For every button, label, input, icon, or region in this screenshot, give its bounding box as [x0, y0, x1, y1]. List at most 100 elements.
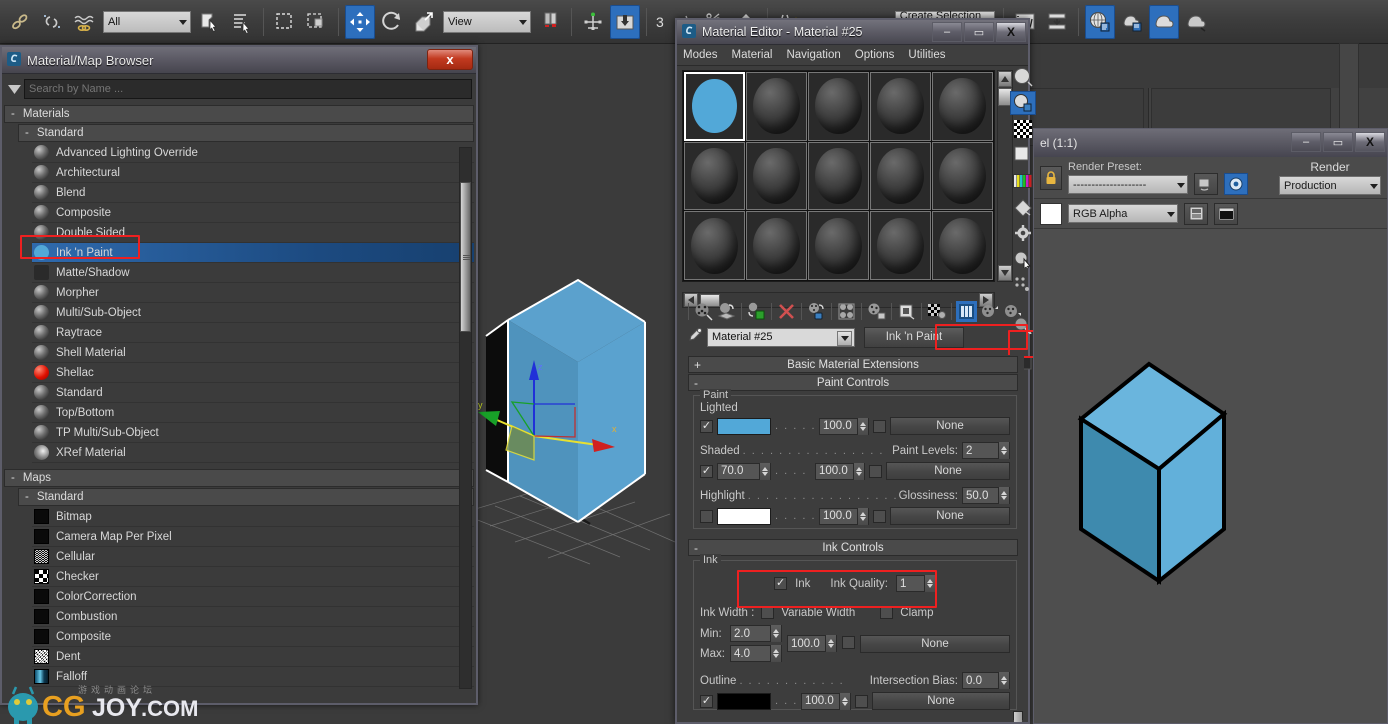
- material-editor-titlebar[interactable]: Material Editor - Material #25 – ▭ X: [677, 20, 1028, 45]
- select-object-icon[interactable]: [195, 5, 225, 39]
- put-material-to-scene-icon[interactable]: [716, 301, 737, 322]
- outline-color-swatch[interactable]: [717, 692, 771, 710]
- close-button[interactable]: x: [427, 49, 473, 70]
- outline-map-button[interactable]: None: [872, 692, 1010, 710]
- sample-slot-12[interactable]: [746, 211, 807, 280]
- list-item[interactable]: XRef Material: [32, 443, 474, 463]
- select-and-link-icon[interactable]: [5, 5, 35, 39]
- outline-amount-spinner[interactable]: 100.0: [801, 692, 851, 710]
- sample-slot-13[interactable]: [808, 211, 869, 280]
- schematic-view-icon[interactable]: [1042, 5, 1072, 39]
- sample-slot-2[interactable]: [746, 72, 807, 141]
- shaded-value-spinner[interactable]: 70.0: [717, 462, 771, 480]
- sample-type-sphere-icon[interactable]: [1010, 65, 1036, 89]
- lighted-checkbox[interactable]: ✓: [700, 419, 713, 433]
- filter-dropdown-icon[interactable]: [4, 78, 24, 100]
- material-name-input[interactable]: Material #25: [707, 327, 855, 347]
- make-material-copy-icon[interactable]: [806, 301, 827, 322]
- collapse-toggle-icon[interactable]: -: [11, 108, 15, 120]
- spinner-arrows-icon[interactable]: [857, 507, 868, 525]
- ink-width-map-checkbox[interactable]: [842, 636, 855, 649]
- list-item[interactable]: Camera Map Per Pixel: [32, 527, 474, 547]
- sample-slot-7[interactable]: [746, 141, 807, 211]
- spinner-arrows-icon[interactable]: [825, 635, 836, 652]
- spinner-arrows-icon[interactable]: [853, 462, 864, 480]
- outline-map-checkbox[interactable]: [855, 694, 868, 708]
- list-item[interactable]: Blend: [32, 183, 474, 203]
- reset-map-icon[interactable]: [776, 301, 797, 322]
- spinner-arrows-icon[interactable]: [998, 487, 1009, 504]
- chevron-down-icon[interactable]: [837, 330, 852, 346]
- list-item[interactable]: Dent: [32, 647, 474, 667]
- spinner-arrows-icon[interactable]: [759, 462, 770, 480]
- material-effects-channel-icon[interactable]: [896, 301, 917, 322]
- rollout-ink-controls[interactable]: - Ink Controls: [688, 539, 1018, 556]
- spinner-arrows-icon[interactable]: [998, 672, 1009, 689]
- highlight-map-checkbox[interactable]: [873, 509, 886, 523]
- spinner-arrows-icon[interactable]: [857, 417, 868, 435]
- spinner-arrows-icon[interactable]: [770, 625, 781, 642]
- collapse-toggle-icon[interactable]: -: [11, 472, 15, 484]
- select-by-name-icon[interactable]: [227, 5, 257, 39]
- min-spinner[interactable]: 2.0: [730, 625, 782, 642]
- scrollbar-thumb[interactable]: [1014, 712, 1022, 722]
- ink-checkbox[interactable]: ✓: [774, 577, 788, 590]
- clamp-checkbox[interactable]: [880, 606, 894, 619]
- menu-utilities[interactable]: Utilities: [908, 49, 945, 61]
- list-item[interactable]: Architectural: [32, 163, 474, 183]
- sample-slot-11[interactable]: [684, 211, 745, 280]
- shaded-map-checkbox[interactable]: [869, 464, 882, 478]
- material-editor-icon[interactable]: [1084, 4, 1115, 39]
- collapse-toggle-icon[interactable]: -: [694, 541, 698, 555]
- parameters-scrollbar[interactable]: [1013, 711, 1023, 722]
- rendered-frame-titlebar[interactable]: el (1:1) – ▭ X: [1034, 129, 1387, 157]
- collapse-toggle-icon[interactable]: -: [694, 376, 698, 390]
- group-header-maps-standard[interactable]: - Standard: [18, 488, 474, 506]
- sample-slot-1[interactable]: [684, 72, 745, 141]
- snaps-toggle-icon[interactable]: [610, 4, 640, 39]
- outline-checkbox[interactable]: ✓: [700, 694, 713, 708]
- spinner-arrows-icon[interactable]: [923, 575, 935, 592]
- max-spinner[interactable]: 4.0: [730, 645, 782, 662]
- expand-toggle-icon[interactable]: +: [694, 358, 701, 372]
- browser-scrollbar[interactable]: [459, 147, 472, 689]
- variable-width-checkbox[interactable]: [761, 606, 775, 619]
- maximize-button[interactable]: ▭: [1323, 132, 1353, 152]
- collapse-toggle-icon[interactable]: -: [25, 491, 29, 503]
- paint-levels-spinner[interactable]: 2: [962, 442, 1010, 459]
- list-item[interactable]: Combustion: [32, 607, 474, 627]
- list-item[interactable]: Composite: [32, 627, 474, 647]
- sample-slot-4[interactable]: [870, 72, 931, 141]
- bind-to-space-warp-icon[interactable]: [69, 5, 99, 39]
- list-item[interactable]: Bitmap: [32, 507, 474, 527]
- render-target-combo[interactable]: Production: [1279, 176, 1381, 195]
- channel-combo[interactable]: RGB Alpha: [1068, 204, 1178, 223]
- assign-material-to-selection-icon[interactable]: [746, 301, 767, 322]
- rectangular-selection-region-icon[interactable]: [270, 5, 300, 39]
- select-and-rotate-icon[interactable]: [377, 5, 407, 39]
- list-item[interactable]: Matte/Shadow: [32, 263, 474, 283]
- lighted-color-swatch[interactable]: [717, 417, 771, 435]
- go-to-parent-icon[interactable]: [979, 301, 1000, 322]
- material-type-button[interactable]: Ink 'n Paint: [864, 326, 964, 348]
- highlight-amount-spinner[interactable]: 100.0: [819, 507, 869, 525]
- rollout-basic-material-extensions[interactable]: + Basic Material Extensions: [688, 356, 1018, 373]
- list-item-ink-n-paint[interactable]: Ink 'n Paint: [32, 243, 474, 263]
- reference-coordinate-system-combo[interactable]: View: [443, 10, 531, 33]
- rendered-frame-window-icon[interactable]: [1148, 4, 1179, 39]
- menu-material[interactable]: Material: [732, 49, 773, 61]
- list-item[interactable]: Shellac: [32, 363, 474, 383]
- put-to-library-icon[interactable]: [866, 301, 887, 322]
- eyedropper-icon[interactable]: [686, 327, 703, 347]
- shaded-checkbox[interactable]: ✓: [700, 464, 713, 478]
- selection-filter-combo[interactable]: All: [103, 10, 191, 33]
- render-canvas[interactable]: [1034, 229, 1387, 723]
- list-item[interactable]: Standard: [32, 383, 474, 403]
- material-map-browser-titlebar[interactable]: Material/Map Browser x: [2, 47, 476, 74]
- list-item[interactable]: Multi/Sub-Object: [32, 303, 474, 323]
- intersection-bias-spinner[interactable]: 0.0: [962, 672, 1010, 689]
- list-item[interactable]: Composite: [32, 203, 474, 223]
- maximize-button[interactable]: ▭: [964, 22, 994, 42]
- go-forward-to-sibling-icon[interactable]: [1002, 301, 1023, 322]
- render-setup-icon[interactable]: [1117, 5, 1147, 39]
